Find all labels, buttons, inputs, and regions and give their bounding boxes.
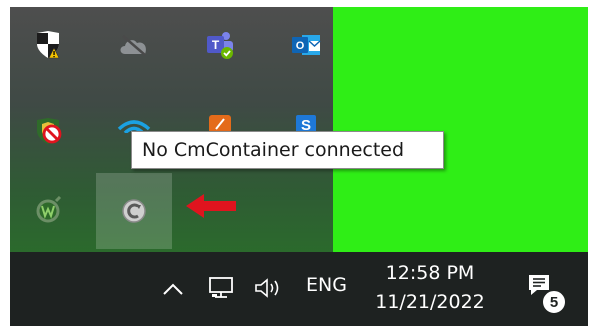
codemeter-icon[interactable] (96, 173, 172, 249)
input-language-indicator[interactable]: ENG (306, 274, 347, 296)
svg-text:T: T (212, 38, 220, 52)
clock[interactable]: 12:58 PM 11/21/2022 (370, 260, 490, 318)
network-icon[interactable] (206, 274, 236, 302)
skype-icon[interactable]: S (268, 93, 344, 133)
clock-date: 11/21/2022 (375, 291, 485, 313)
red-arrow-annotation (186, 194, 236, 218)
tooltip: No CmContainer connected (131, 131, 444, 169)
tooltip-text: No CmContainer connected (142, 139, 405, 161)
clock-time: 12:58 PM (385, 262, 475, 284)
antivirus-blocked-icon[interactable] (10, 93, 86, 169)
windows-security-warning-icon[interactable] (10, 7, 86, 83)
teams-icon[interactable]: T (182, 7, 258, 83)
onedrive-offline-icon[interactable] (96, 7, 172, 83)
wifi-icon[interactable] (96, 93, 172, 133)
tray-overflow-flyout: T O S (10, 7, 333, 252)
svg-text:O: O (296, 40, 305, 52)
orange-app-icon[interactable] (182, 93, 258, 133)
taskbar: ENG 12:58 PM 11/21/2022 (10, 252, 588, 326)
show-hidden-icons-chevron-icon[interactable] (160, 276, 186, 302)
volume-icon[interactable] (252, 274, 292, 302)
notification-count-badge: 5 (541, 289, 567, 315)
outlook-icon[interactable]: O (268, 7, 344, 83)
green-app-icon[interactable] (10, 173, 86, 249)
